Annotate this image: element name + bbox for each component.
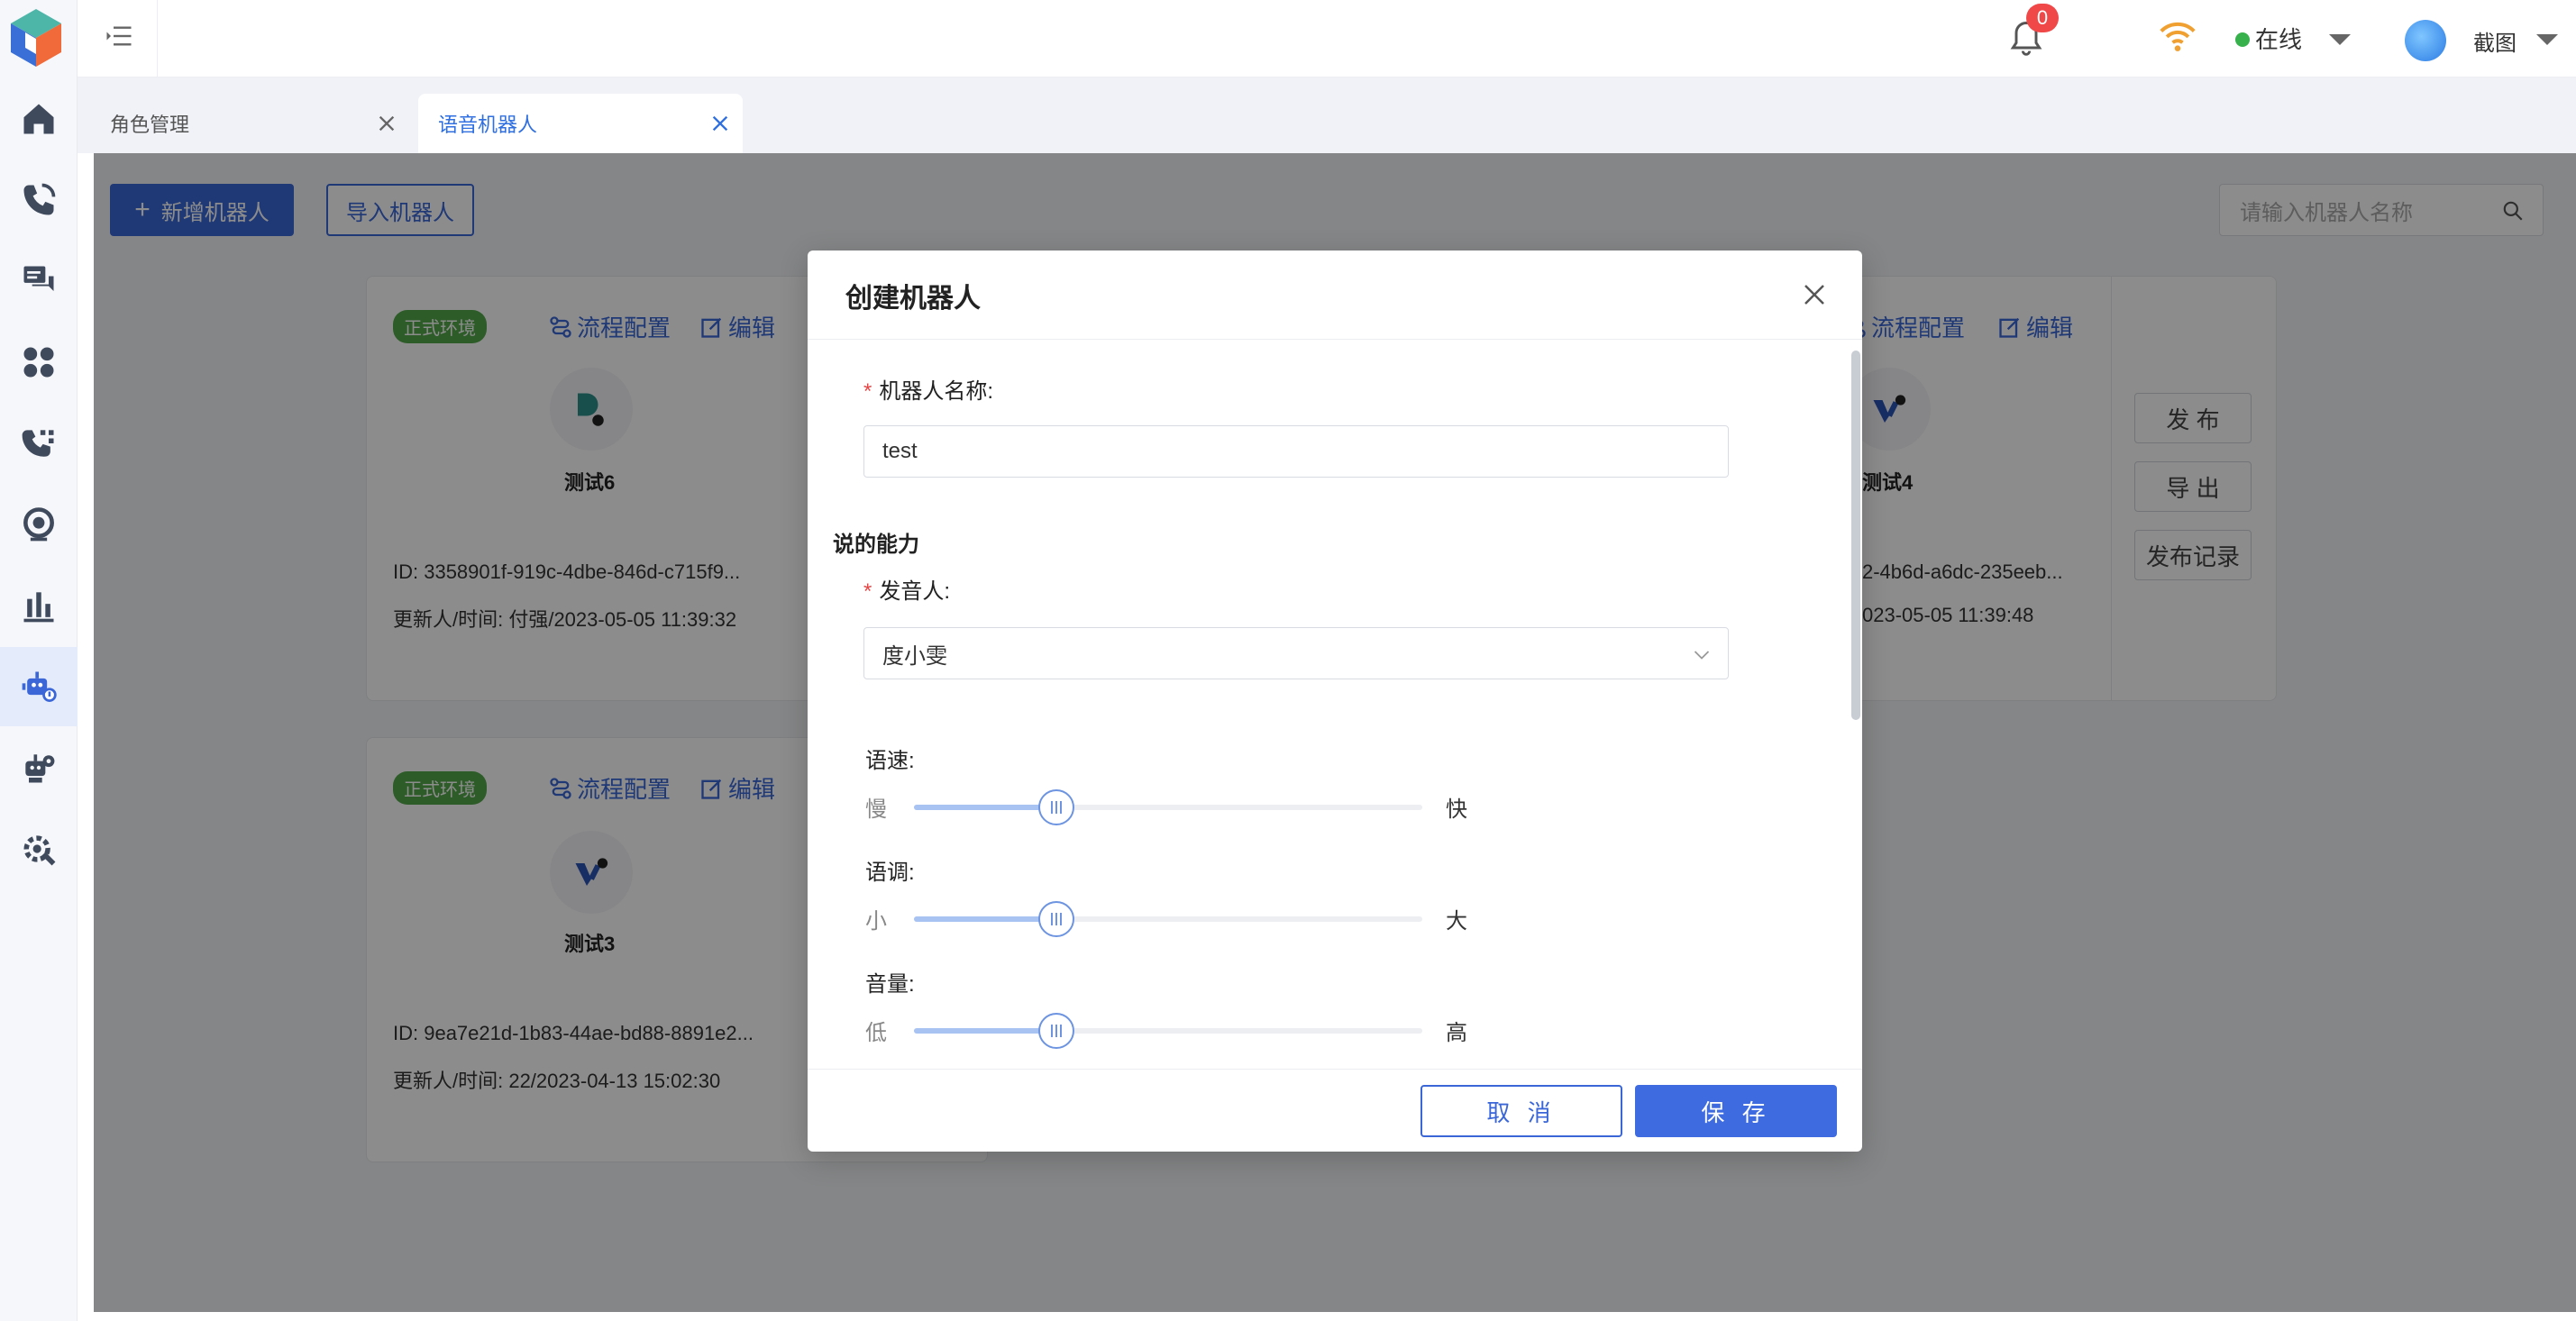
- top-header: [78, 0, 2576, 77]
- required-mark: *: [863, 379, 872, 404]
- tab-close-icon[interactable]: [710, 114, 730, 133]
- modal-footer-divider: [808, 1069, 1862, 1070]
- menu-collapse-icon[interactable]: [103, 20, 135, 52]
- robot-name-label-text: 机器人名称:: [879, 379, 994, 404]
- modal-close-icon[interactable]: [1801, 281, 1828, 308]
- tab-label: 语音机器人: [438, 114, 538, 136]
- nav-apps-icon[interactable]: [0, 323, 78, 402]
- app-logo-icon[interactable]: [7, 7, 65, 68]
- tab-bar: 角色管理 语音机器人: [78, 77, 2576, 153]
- pitch-slider[interactable]: [914, 901, 1422, 937]
- pitch-max-label: 大: [1446, 909, 1467, 934]
- nav-home-icon[interactable]: [0, 79, 78, 159]
- tab-role-management[interactable]: 角色管理: [78, 94, 409, 153]
- speaker-label: * 发音人:: [863, 573, 950, 605]
- cancel-button[interactable]: 取 消: [1420, 1085, 1622, 1137]
- volume-slider[interactable]: [914, 1013, 1422, 1049]
- slider-handle[interactable]: [1037, 789, 1074, 825]
- volume-slider-label: 音量:: [865, 972, 915, 997]
- online-status-label[interactable]: 在线: [2255, 22, 2302, 55]
- robot-name-label: * 机器人名称:: [863, 373, 993, 405]
- wifi-signal-icon: [2158, 18, 2197, 54]
- nav-call-list-icon[interactable]: [0, 404, 78, 483]
- speed-slider-label: 语速:: [865, 749, 915, 773]
- nav-phone-icon[interactable]: [0, 160, 78, 240]
- pitch-min-label: 小: [865, 909, 887, 934]
- speed-min-label: 慢: [865, 797, 887, 822]
- user-dropdown-caret-icon[interactable]: [2536, 34, 2558, 45]
- tab-voice-robot[interactable]: 语音机器人: [418, 94, 743, 153]
- slider-handle[interactable]: [1037, 1013, 1074, 1049]
- online-status-dot: [2235, 32, 2250, 47]
- pitch-slider-label: 语调:: [865, 861, 915, 885]
- modal-title: 创建机器人: [845, 284, 981, 314]
- nav-robot-settings-icon[interactable]: [0, 728, 78, 807]
- speaker-label-text: 发音人:: [879, 579, 951, 604]
- nav-chat-icon[interactable]: [0, 241, 78, 321]
- chevron-down-icon: [1694, 651, 1710, 660]
- volume-max-label: 高: [1446, 1021, 1467, 1045]
- sidebar: [0, 0, 78, 1321]
- robot-name-input[interactable]: test: [863, 425, 1729, 478]
- tab-label: 角色管理: [110, 114, 190, 136]
- notification-badge: 0: [2026, 4, 2059, 32]
- volume-min-label: 低: [865, 1021, 887, 1045]
- tab-close-icon[interactable]: [377, 114, 397, 133]
- required-mark: *: [863, 579, 872, 604]
- header-divider: [157, 0, 158, 77]
- save-button[interactable]: 保 存: [1635, 1085, 1837, 1137]
- modal-scrollbar[interactable]: [1851, 351, 1860, 720]
- slider-fill: [914, 916, 1056, 922]
- slider-fill: [914, 805, 1056, 810]
- speak-ability-section-title: 说的能力: [833, 533, 919, 557]
- speaker-select[interactable]: 度小雯: [863, 627, 1729, 679]
- speed-slider[interactable]: [914, 789, 1422, 825]
- nav-voice-robot-icon[interactable]: [0, 647, 78, 726]
- status-dropdown-caret-icon[interactable]: [2329, 34, 2351, 45]
- nav-report-icon[interactable]: [0, 566, 78, 645]
- nav-system-settings-icon[interactable]: [0, 809, 78, 888]
- user-name[interactable]: 截图: [2473, 25, 2517, 57]
- slider-handle[interactable]: [1037, 901, 1074, 937]
- user-avatar[interactable]: [2405, 20, 2446, 61]
- speed-max-label: 快: [1446, 797, 1467, 822]
- speaker-selected-value: 度小雯: [882, 643, 947, 669]
- slider-fill: [914, 1028, 1056, 1034]
- nav-monitor-icon[interactable]: [0, 485, 78, 564]
